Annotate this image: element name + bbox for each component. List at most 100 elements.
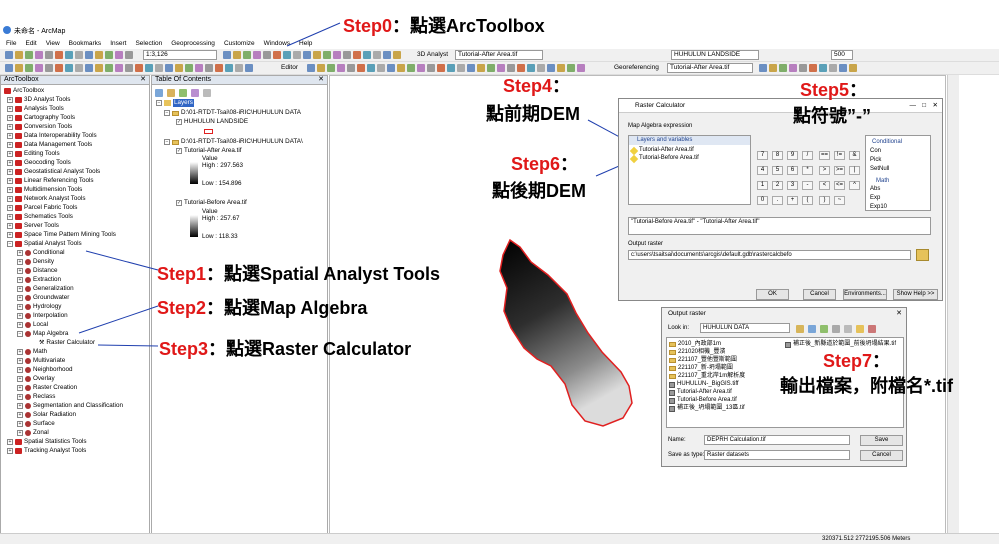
step4-annotation: Step4： (503, 72, 570, 98)
cancel-button[interactable]: Cancel (860, 450, 903, 461)
show-help-button[interactable]: Show Help >> (893, 289, 938, 300)
save-button[interactable]: Save (860, 435, 903, 446)
home-icon[interactable] (808, 325, 816, 333)
minimize-icon[interactable]: — (910, 99, 917, 113)
expression-box[interactable]: "Tutorial-Before Area.tif" - "Tutorial-A… (628, 217, 931, 235)
output-raster-label: Output raster (628, 241, 664, 247)
file-name[interactable]: 221107_豐他豐斯範圍 (678, 357, 737, 364)
file-item[interactable]: 2010_內政部1m (669, 341, 721, 348)
key-8[interactable]: 8 (772, 151, 783, 160)
function-setnull[interactable]: SetNull (870, 166, 889, 173)
close-icon[interactable]: ✕ (933, 99, 938, 113)
file-name[interactable]: 221020相機_豐濱 (678, 349, 725, 356)
key-3[interactable]: 3 (787, 181, 798, 190)
key--[interactable]: - (802, 181, 813, 190)
key-<=[interactable]: <= (834, 181, 845, 190)
output-path-field[interactable]: c:\users\tsaitsai\documents\arcgis\defau… (628, 250, 911, 260)
key-|[interactable]: | (849, 166, 860, 175)
key-*[interactable]: * (802, 166, 813, 175)
file-name[interactable]: Tutorial-Before Area.tif (677, 397, 737, 404)
key-1[interactable]: 1 (757, 181, 768, 190)
step2-text: ：點選Map Algebra (206, 298, 368, 318)
key-9[interactable]: 9 (787, 151, 798, 160)
up-folder-icon[interactable] (796, 325, 804, 333)
step2-label: Step2 (157, 298, 207, 318)
layer-before[interactable]: Tutorial-Before Area.tif (639, 155, 699, 162)
file-name[interactable]: 221107_重北岸1m解析度 (678, 373, 745, 380)
step5-colon: ： (849, 80, 868, 100)
file-name[interactable]: 補正後_坍塌範圍_13區.tif (677, 405, 745, 412)
function-con[interactable]: Con (870, 148, 881, 155)
key-2[interactable]: 2 (772, 181, 783, 190)
function-pick[interactable]: Pick (870, 157, 881, 164)
key-6[interactable]: 6 (787, 166, 798, 175)
environments-button[interactable]: Environments... (843, 289, 887, 300)
look-in-combo[interactable]: HUHULUN DATA (700, 323, 790, 333)
key-<[interactable]: < (819, 181, 830, 190)
folder-icon (669, 358, 676, 363)
cancel-button[interactable]: Cancel (803, 289, 836, 300)
save-type-label: Save as type: (668, 452, 705, 458)
key-4[interactable]: 4 (757, 166, 768, 175)
key-==[interactable]: == (819, 151, 830, 160)
file-item[interactable]: 221107_新-坍塌範圍 (669, 365, 733, 372)
dem-raster-shape[interactable] (499, 238, 633, 427)
look-in-label: Look in: (668, 325, 690, 331)
key-+[interactable]: + (787, 196, 798, 205)
ok-button[interactable]: OK (756, 289, 789, 300)
layer-after[interactable]: Tutorial-After Area.tif (639, 147, 694, 154)
file-name[interactable]: HUHULUN-_BigGIS.tiff (677, 381, 739, 388)
file-item[interactable]: Tutorial-Before Area.tif (669, 397, 737, 404)
file-item[interactable]: HUHULUN-_BigGIS.tiff (669, 381, 739, 388)
key-!=[interactable]: != (834, 151, 845, 160)
raster-file-icon (669, 389, 675, 396)
step3-arrow (97, 344, 159, 347)
file-item[interactable]: 補正後_坍塌範圍_13區.tif (669, 405, 745, 412)
output-raster-title: Output raster (668, 310, 706, 317)
step4-colon: ： (552, 76, 571, 96)
key-^[interactable]: ^ (849, 181, 860, 190)
save-type-combo[interactable]: Raster datasets (704, 450, 850, 460)
maximize-icon[interactable]: □ (922, 99, 926, 113)
file-item[interactable]: Tutorial-After Area.tif (669, 389, 732, 396)
function-exp[interactable]: Exp (870, 195, 880, 202)
function-abs[interactable]: Abs (870, 186, 880, 193)
step6-annotation: Step6： (511, 150, 578, 176)
file-item[interactable]: 221107_豐他豐斯範圍 (669, 357, 737, 364)
step0-text: ：點選ArcToolbox (392, 16, 545, 36)
view-menu-icon[interactable] (832, 325, 840, 333)
name-field[interactable]: DEPRH Calculation.tif (704, 435, 850, 445)
raster-file-icon (669, 381, 675, 388)
key-7[interactable]: 7 (757, 151, 768, 160)
file-item[interactable]: 221020相機_豐濱 (669, 349, 725, 356)
key-~[interactable]: ~ (834, 196, 845, 205)
raster-file-icon (669, 405, 675, 412)
key->[interactable]: > (819, 166, 830, 175)
file-name[interactable]: 2010_內政部1m (678, 341, 721, 348)
layers-header: Layers and variables (629, 136, 750, 145)
key-5[interactable]: 5 (772, 166, 783, 175)
file-item[interactable]: 221107_重北岸1m解析度 (669, 373, 745, 380)
key-&[interactable]: & (849, 151, 860, 160)
function-exp10[interactable]: Exp10 (870, 204, 887, 210)
key-([interactable]: ( (802, 196, 813, 205)
file-name[interactable]: Tutorial-After Area.tif (677, 389, 732, 396)
close-icon[interactable]: ✕ (896, 309, 902, 317)
key-0[interactable]: 0 (757, 196, 768, 205)
file-name[interactable]: 221107_新-坍塌範圍 (678, 365, 733, 372)
key-)[interactable]: ) (819, 196, 830, 205)
step3-text: ：點選Raster Calculator (208, 339, 412, 359)
delete-icon[interactable] (868, 325, 876, 333)
catalog-icon[interactable] (844, 325, 852, 333)
key-/[interactable]: / (802, 151, 813, 160)
raster-calculator-dialog: Raster Calculator — □ ✕ Map Algebra expr… (618, 98, 943, 301)
step1-text: ：點選Spatial Analyst Tools (206, 264, 441, 284)
new-folder-icon[interactable] (856, 325, 864, 333)
connect-folder-icon[interactable] (820, 325, 828, 333)
key-.[interactable]: . (772, 196, 783, 205)
layers-list[interactable]: Layers and variables Tutorial-After Area… (628, 135, 751, 205)
browse-folder-icon[interactable] (916, 249, 929, 261)
functions-list[interactable]: Conditional Con Pick SetNull Math Abs Exp Ex… (865, 135, 931, 211)
step2-arrow (78, 305, 159, 334)
key->=[interactable]: >= (834, 166, 845, 175)
